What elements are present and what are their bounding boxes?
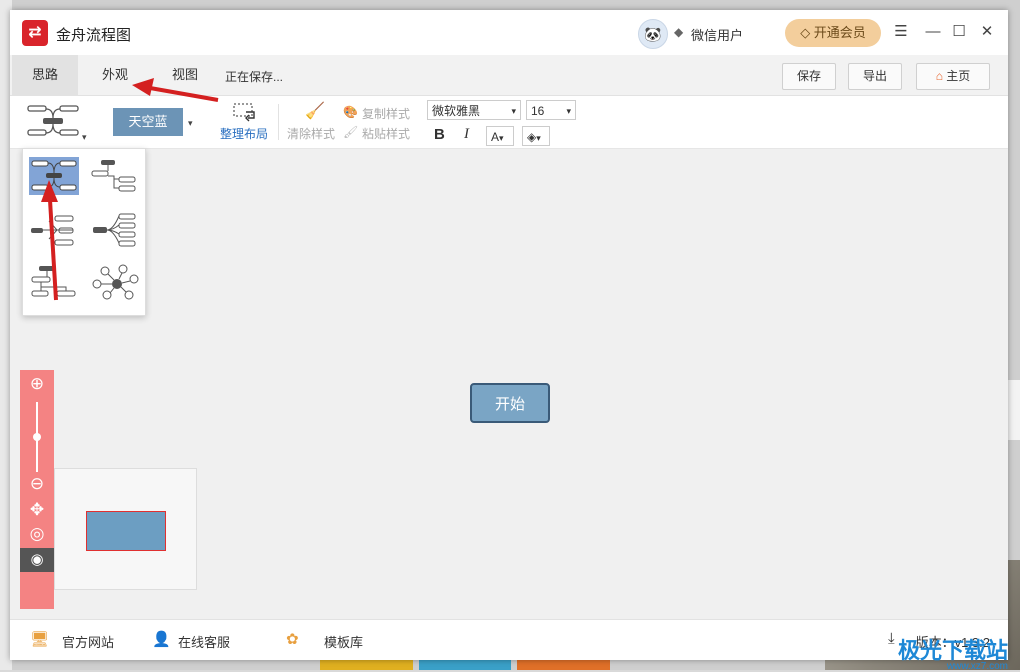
- watermark-brand: 极光下载站: [897, 638, 1008, 663]
- annotation-arrow-layout: [48, 199, 58, 301]
- annotation-arrowhead-tab: [132, 78, 154, 96]
- annotation-arrows: [41, 78, 219, 301]
- watermark-url: www.xz7.com: [946, 661, 1008, 672]
- annotation-arrowhead-layout: [41, 180, 58, 202]
- annotation-arrow-tab: [149, 86, 219, 102]
